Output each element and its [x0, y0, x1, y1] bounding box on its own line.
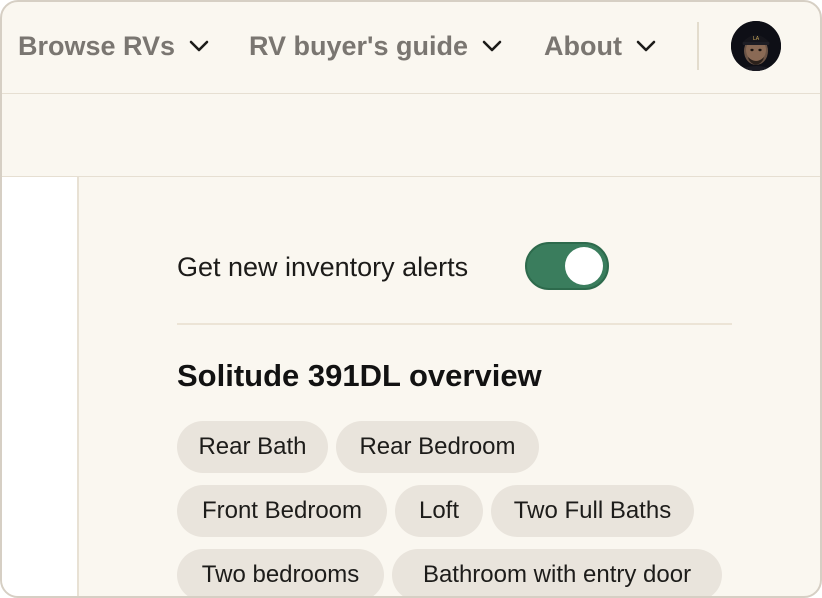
inventory-alerts-label: Get new inventory alerts: [177, 251, 469, 282]
feature-tag[interactable]: Front Bedroom: [177, 485, 387, 537]
top-navigation: Browse RVs RV buyer's guide About LA: [2, 2, 820, 94]
nav-rv-buyers-guide-label: RV buyer's guide: [249, 30, 468, 61]
feature-tag[interactable]: Rear Bath: [177, 421, 328, 473]
nav-about-label: About: [544, 30, 622, 61]
feature-tag[interactable]: Two bedrooms: [177, 549, 384, 596]
section-divider: [177, 323, 732, 325]
user-avatar[interactable]: LA: [731, 21, 781, 71]
feature-tag[interactable]: Rear Bedroom: [336, 421, 539, 473]
avatar-image: LA: [731, 21, 781, 71]
nav-divider: [697, 22, 699, 70]
nav-browse-rvs-label: Browse RVs: [18, 30, 176, 61]
chevron-down-icon: [636, 40, 656, 52]
feature-tag[interactable]: Bathroom with entry door: [392, 549, 722, 596]
overview-title: Solitude 391DL overview: [177, 358, 542, 393]
browser-frame: Browse RVs RV buyer's guide About LA Get…: [0, 0, 822, 598]
inventory-alerts-toggle[interactable]: [525, 242, 609, 290]
sub-header-band: [2, 94, 820, 177]
feature-tag[interactable]: Two Full Baths: [491, 485, 694, 537]
nav-rv-buyers-guide[interactable]: RV buyer's guide: [249, 28, 502, 64]
inventory-alerts-row: Get new inventory alerts: [177, 242, 732, 292]
nav-about[interactable]: About: [544, 28, 656, 64]
feature-tag[interactable]: Loft: [395, 485, 483, 537]
nav-browse-rvs[interactable]: Browse RVs: [18, 28, 209, 64]
left-panel: [2, 177, 79, 596]
svg-text:LA: LA: [753, 36, 760, 42]
toggle-knob: [565, 247, 603, 285]
chevron-down-icon: [189, 40, 209, 52]
chevron-down-icon: [482, 40, 502, 52]
